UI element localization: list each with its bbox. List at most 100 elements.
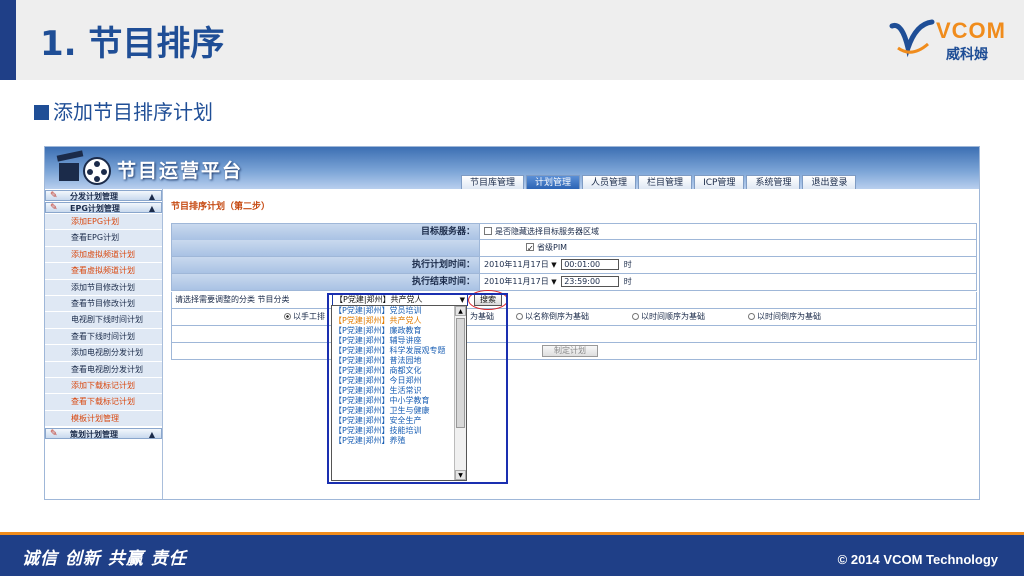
tab-people[interactable]: 人员管理 (582, 175, 637, 189)
server-checkbox[interactable] (526, 241, 534, 257)
sidebar-item[interactable]: 添加EPG计划 (45, 214, 162, 231)
dropdown-option[interactable]: 【P党建|郑州】中小学教育 (332, 396, 454, 406)
film-reel-icon (56, 150, 111, 185)
vcom-logo-icon (889, 19, 935, 58)
radio-label: 以手工排 (293, 312, 325, 321)
target-server-value: 是否隐藏选择目标服务器区域 (484, 224, 599, 240)
sort-radio-manual[interactable]: 以手工排 (284, 309, 325, 325)
radio-icon (284, 313, 291, 320)
sort-radio-time-desc[interactable]: 以时间倒序为基础 (748, 309, 821, 325)
dropdown-option[interactable]: 【P党建|郑州】共产党人 (332, 316, 454, 326)
sidebar-item[interactable]: 查看下线时间计划 (45, 328, 162, 346)
sidebar-item[interactable]: 添加电视剧分发计划 (45, 345, 162, 362)
scroll-up-icon[interactable]: ▲ (455, 306, 466, 316)
main-nav: 节目库管理 计划管理 人员管理 栏目管理 ICP管理 系统管理 退出登录 (461, 175, 858, 189)
logo-text: VCOM (936, 18, 1006, 43)
dropdown-option[interactable]: 【P党建|郑州】安全生产 (332, 416, 454, 426)
make-plan-button[interactable]: 制定计划 (542, 345, 598, 357)
dropdown-option[interactable]: 【P党建|郑州】今日郑州 (332, 376, 454, 386)
hour-unit: 时 (623, 260, 632, 269)
radio-icon (632, 313, 639, 320)
dropdown-option[interactable]: 【P党建|郑州】普法园地 (332, 356, 454, 366)
spacer-row (171, 326, 977, 343)
tab-system[interactable]: 系统管理 (746, 175, 801, 189)
copyright: © 2014 VCOM Technology (837, 552, 998, 567)
server-value: 省级PIM (526, 240, 567, 257)
tab-library[interactable]: 节目库管理 (461, 175, 525, 189)
slide-header: 1. 节目排序 VCOM 威科姆 (0, 0, 1024, 80)
radio-label: 以时间顺序为基础 (641, 312, 705, 321)
dropdown-option[interactable]: 【P党建|郑州】技能培训 (332, 426, 454, 436)
dropdown-option[interactable]: 【P党建|郑州】辅导讲座 (332, 336, 454, 346)
app-banner: 节目运营平台 节目库管理 计划管理 人员管理 栏目管理 ICP管理 系统管理 退… (45, 147, 979, 189)
dropdown-option[interactable]: 【P党建|郑州】卫生与健康 (332, 406, 454, 416)
scroll-down-icon[interactable]: ▼ (455, 470, 466, 480)
slide-subtitle: 添加节目排序计划 (34, 96, 213, 125)
collapse-icon[interactable]: ▲ (149, 191, 155, 202)
server-row: 省级PIM (171, 240, 977, 257)
sidebar-item[interactable]: 查看EPG计划 (45, 230, 162, 247)
sidebar-group-distribution[interactable]: ✎ 分发计划管理 ▲ (45, 190, 162, 201)
scrollbar-thumb[interactable] (456, 318, 465, 428)
dropdown-arrow-icon[interactable]: ▼ (551, 278, 556, 286)
start-time-row: 执行计划时间： 2010年11月17日 ▼ 00:01:00 时 (171, 257, 977, 274)
sidebar-item[interactable]: 查看下载标记计划 (45, 394, 162, 411)
sidebar-group-epg[interactable]: ✎ EPG计划管理 ▲ (45, 202, 162, 213)
dropdown-arrow-icon[interactable]: ▼ (551, 261, 556, 269)
radio-label: 以时间倒序为基础 (757, 312, 821, 321)
radio-icon (516, 313, 523, 320)
dropdown-option[interactable]: 【P党建|郑州】党员培训 (332, 306, 454, 316)
sidebar-item[interactable]: 添加节目修改计划 (45, 279, 162, 296)
pencil-icon: ✎ (50, 429, 58, 440)
dropdown-option[interactable]: 【P党建|郑州】科学发展观专题 (332, 346, 454, 356)
sidebar-item[interactable]: 查看节目修改计划 (45, 295, 162, 313)
tab-icp[interactable]: ICP管理 (694, 175, 745, 189)
sidebar-item[interactable]: 模板计划管理 (45, 410, 162, 428)
sort-radio-base[interactable]: 为基础 (470, 309, 494, 325)
end-time-value: 2010年11月17日 ▼ 23:59:00 时 (484, 274, 632, 290)
step-title: 节目排序计划（第二步） (171, 202, 271, 212)
sidebar-group-label: 策划计划管理 (70, 430, 118, 440)
category-selected-value: 【P党建|郑州】共产党人 (335, 295, 423, 304)
tab-logout[interactable]: 退出登录 (802, 175, 857, 189)
app-title: 节目运营平台 (117, 160, 244, 182)
sort-radio-name-desc[interactable]: 以名称倒序为基础 (516, 309, 589, 325)
sidebar-item[interactable]: 查看电视剧分发计划 (45, 361, 162, 378)
dropdown-option[interactable]: 【P党建|郑州】廉政教育 (332, 326, 454, 336)
end-time-row: 执行结束时间： 2010年11月17日 ▼ 23:59:00 时 (171, 274, 977, 291)
server-label-cell (172, 240, 480, 256)
target-server-label: 目标服务器： (172, 224, 480, 240)
end-time-input[interactable]: 23:59:00 (561, 276, 620, 287)
start-time-input[interactable]: 00:01:00 (561, 259, 620, 270)
radio-label: 为基础 (470, 312, 494, 321)
start-date-select[interactable]: 2010年11月17日 (484, 260, 549, 269)
sidebar-group-strategy[interactable]: ✎ 策划计划管理 ▲ (45, 428, 162, 440)
category-dropdown-list[interactable]: 【P党建|郑州】党员培训 【P党建|郑州】共产党人 【P党建|郑州】廉政教育 【… (331, 305, 467, 481)
category-row: 请选择需要调整的分类 节目分类 【P党建|郑州】共产党人 ▼ 搜索 (171, 290, 977, 310)
sidebar-item[interactable]: 查看虚拟频道计划 (45, 263, 162, 280)
dropdown-option[interactable]: 【P党建|郑州】商都文化 (332, 366, 454, 376)
company-motto: 诚信 创新 共赢 责任 (22, 549, 187, 569)
sidebar-item[interactable]: 添加虚拟频道计划 (45, 246, 162, 264)
square-bullet-icon (34, 105, 49, 120)
start-time-value: 2010年11月17日 ▼ 00:01:00 时 (484, 257, 632, 273)
collapse-icon[interactable]: ▲ (149, 203, 155, 214)
sidebar-group-label: 分发计划管理 (70, 192, 118, 201)
tab-columns[interactable]: 栏目管理 (638, 175, 693, 189)
sidebar-item[interactable]: 电视剧下线时间计划 (45, 312, 162, 329)
sort-radio-time-asc[interactable]: 以时间顺序为基础 (632, 309, 705, 325)
main-panel: 节目排序计划（第二步） 目标服务器： 是否隐藏选择目标服务器区域 省级PIM 执… (171, 189, 977, 499)
end-date-select[interactable]: 2010年11月17日 (484, 277, 549, 286)
pencil-icon: ✎ (50, 203, 58, 213)
tab-plan[interactable]: 计划管理 (526, 175, 581, 189)
dropdown-option[interactable]: 【P党建|郑州】生活常识 (332, 386, 454, 396)
chevron-down-icon[interactable]: ▼ (460, 295, 465, 305)
target-server-row: 目标服务器： 是否隐藏选择目标服务器区域 (171, 223, 977, 240)
dropdown-option[interactable]: 【P党建|郑州】养殖 (332, 436, 454, 446)
dropdown-scrollbar[interactable]: ▲ ▼ (454, 306, 466, 480)
sidebar-item[interactable]: 添加下载标记计划 (45, 377, 162, 395)
sidebar-group-label: EPG计划管理 (70, 204, 120, 213)
collapse-icon[interactable]: ▲ (149, 429, 155, 440)
hide-server-checkbox[interactable] (484, 227, 492, 235)
radio-label: 以名称倒序为基础 (525, 312, 589, 321)
